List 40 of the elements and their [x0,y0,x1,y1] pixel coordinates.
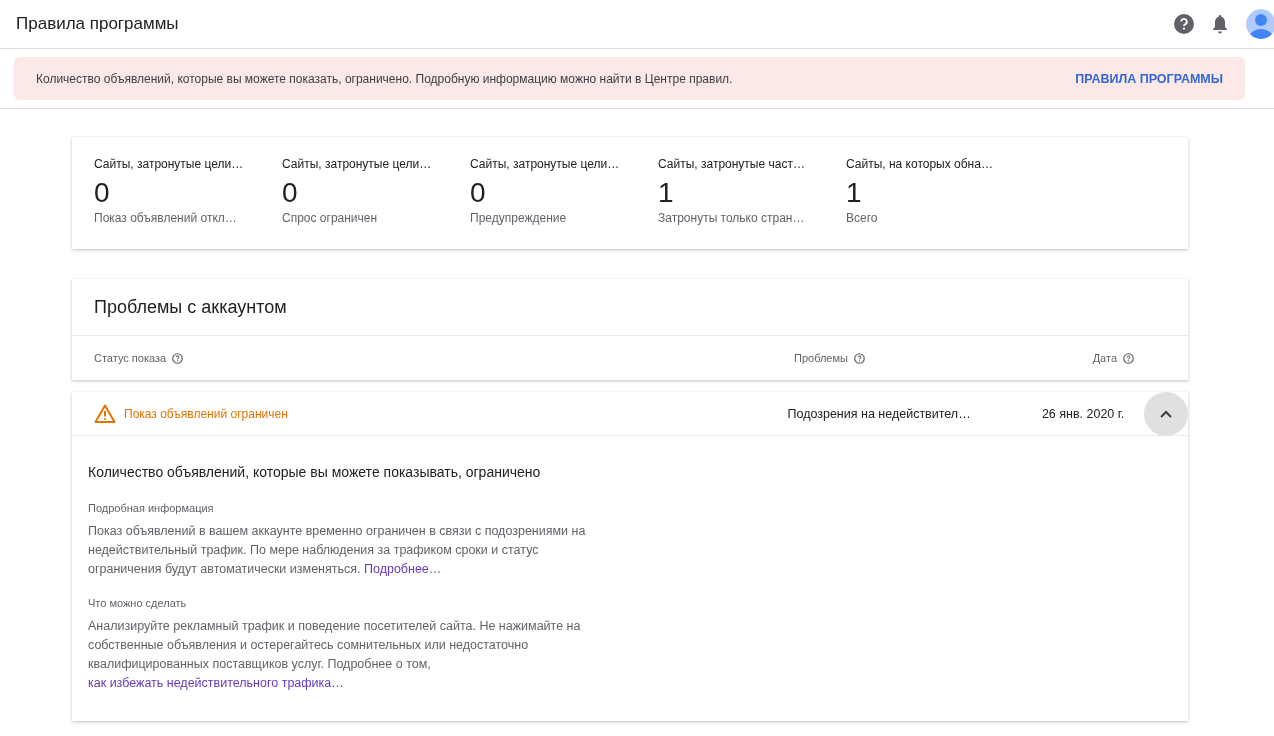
details-heading: Количество объявлений, которые вы можете показывать, ограничено [88,464,542,480]
stat-caption: Затронуты только стран… [658,211,806,225]
section-title: Проблемы с аккаунтом [94,296,287,318]
details-link[interactable]: как избежать недействительного трафика… [88,676,344,690]
column-header: Дата [1092,352,1117,364]
stat-caption: Всего [846,211,879,225]
details-label: Подробная информация [88,502,215,514]
stat-title: Сайты, затронутые цели… [282,157,433,171]
details-paragraph: Показ объявлений в вашем аккаунте временно ограничен в связи с подозрениями на недействительный трафик. По мере наблюдения за трафиком сроки и статус ограничения будут автоматически изменяться. Подробнее… [88,523,587,578]
help-icon[interactable] [853,352,865,364]
column-header: Проблемы [794,352,848,364]
stat-value: 0 [94,177,111,209]
stat-title: Сайты, затронутые цели… [94,157,245,171]
policy-button[interactable]: ПРАВИЛА ПРОГРАММЫ [1073,67,1225,90]
stat-value: 1 [658,177,675,209]
stat-title: Сайты, затронутые цели… [470,157,621,171]
stat-caption: Спрос ограничен [282,211,379,225]
stat-caption: Показ объявлений откл… [94,211,238,225]
problem-text: Подозрения на недействител… [787,406,971,421]
chevron-icon [1160,409,1173,418]
warning-icon [94,404,116,423]
stat-value: 1 [846,177,863,209]
date-text: 26 янв. 2020 г. [1041,406,1125,421]
page-title: Правила программы [16,14,179,34]
status-text: Показ объявлений ограничен [124,406,288,421]
details-paragraph: Анализируйте рекламный трафик и поведение посетителей сайта. Не нажимайте на собственные объявления и остерегайтесь сомнительных или недостаточно квалифицированных поставщиков услуг. Подробнее о том, как избежать недействительного трафика… [88,618,582,692]
help-icon[interactable] [172,352,184,364]
stat-caption: Предупреждение [470,211,568,225]
stat-value: 0 [470,177,487,209]
notifications-icon[interactable] [1212,14,1228,34]
column-header: Статус показа [94,352,167,364]
details-label: Что можно сделать [88,597,188,609]
banner-text: Количество объявлений, которые вы можете показать, ограничено. Подробную информацию можно найти в Центре правил. [36,71,733,86]
help-icon[interactable] [1174,14,1194,34]
help-icon[interactable] [1123,352,1134,364]
avatar-icon[interactable] [1246,9,1274,39]
stat-title: Сайты, затронутые част… [658,157,806,171]
stat-value: 0 [282,177,299,209]
stat-title: Сайты, на которых обна… [846,157,994,171]
details-link[interactable]: Подробнее… [364,562,442,576]
